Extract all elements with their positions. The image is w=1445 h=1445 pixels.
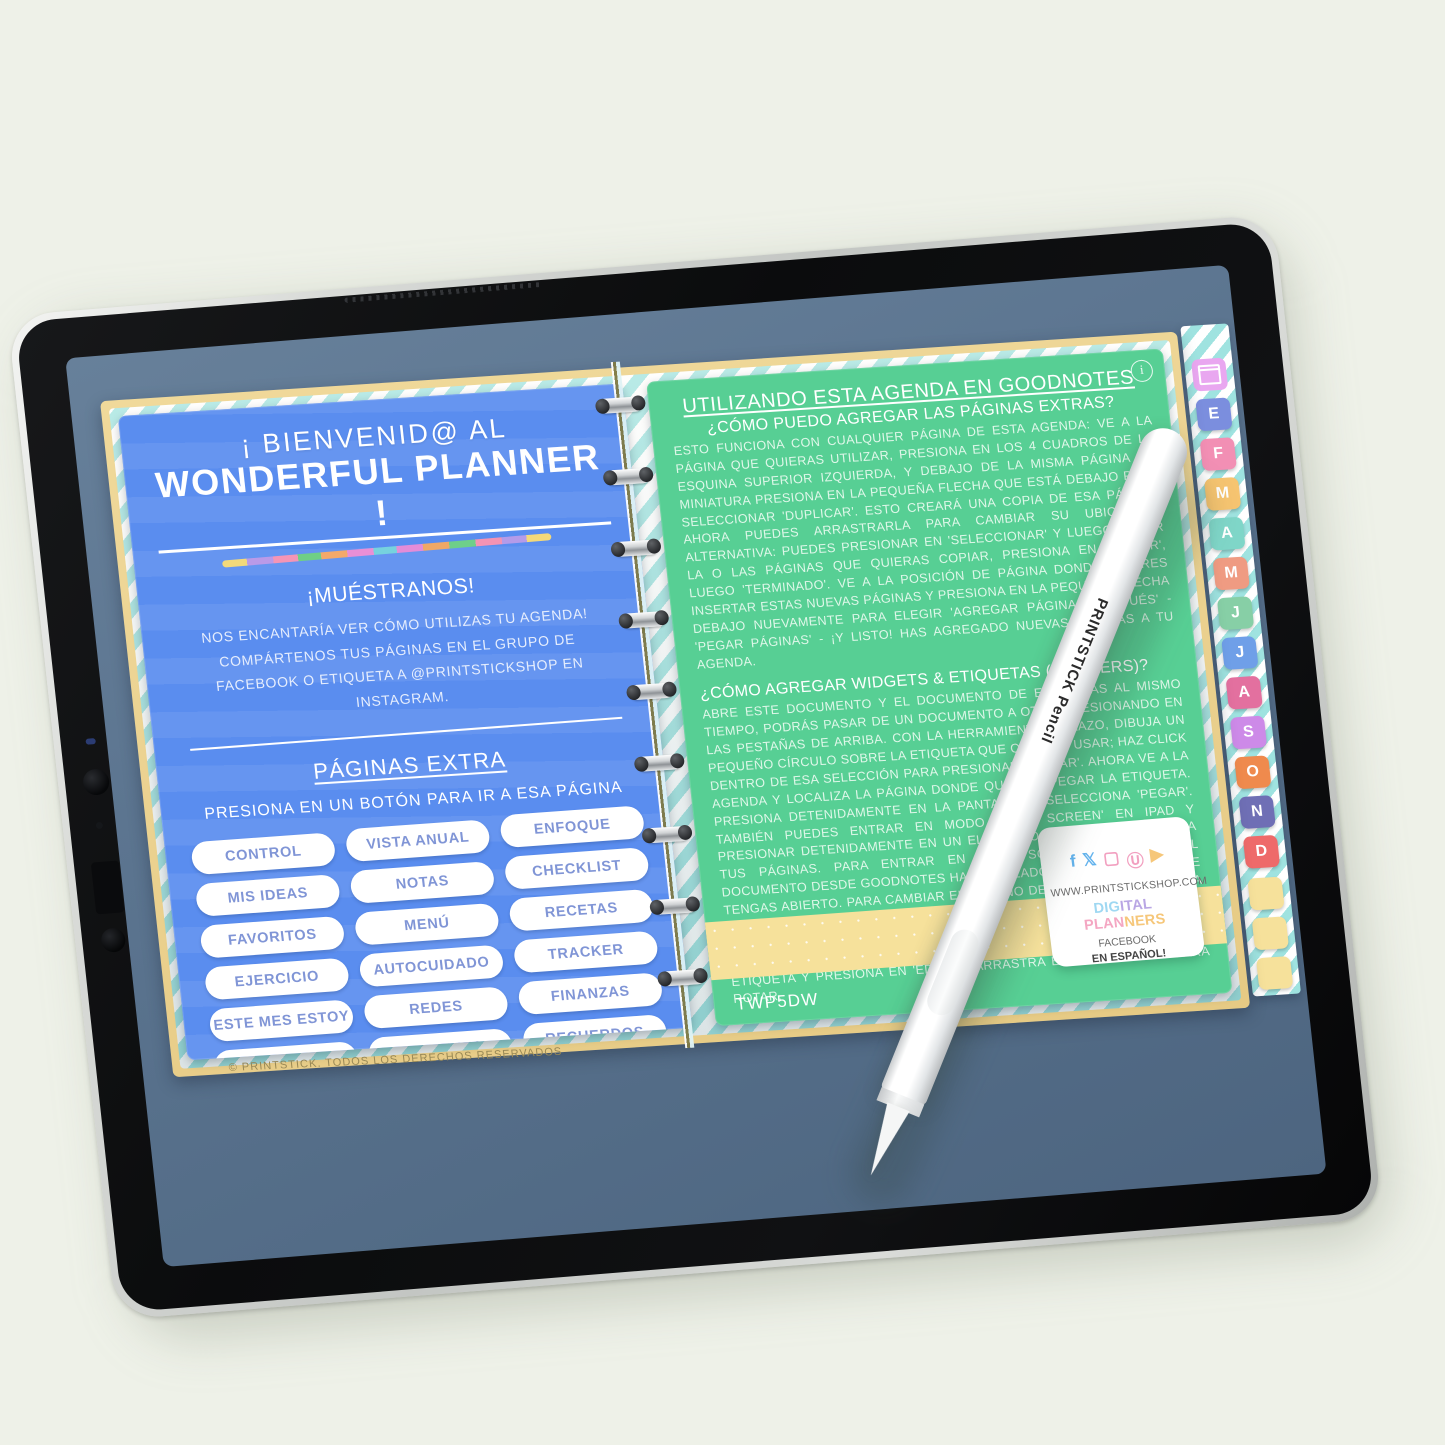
tab-month-F[interactable]: F xyxy=(1199,437,1237,472)
page-button-vista-anual[interactable]: VISTA ANUAL xyxy=(344,819,492,863)
page-button-favoritos[interactable]: FAVORITOS xyxy=(199,915,346,959)
tab-month-A2[interactable]: A xyxy=(1225,675,1263,710)
tab-extra-1[interactable] xyxy=(1247,876,1285,911)
tab-label: A xyxy=(1220,524,1234,542)
tab-extra-3[interactable] xyxy=(1255,956,1294,991)
tab-month-S[interactable]: S xyxy=(1229,715,1268,750)
brand-part-3: PLAN xyxy=(1083,914,1126,934)
left-page-content: ¡ BIENVENID@ AL WONDERFUL PLANNER ! ¡MUÉ… xyxy=(118,383,692,1061)
brand-name: DIGITAL PLANNERS xyxy=(1052,893,1196,936)
tab-month-M2[interactable]: M xyxy=(1212,556,1250,591)
tab-month-J2[interactable]: J xyxy=(1221,635,1259,670)
tab-month-A1[interactable]: A xyxy=(1208,516,1246,551)
tab-label: J xyxy=(1230,603,1241,622)
spiral-ring xyxy=(659,968,706,987)
tab-label: D xyxy=(1254,842,1269,861)
tab-month-J1[interactable]: J xyxy=(1216,596,1255,631)
tab-calendar-icon[interactable] xyxy=(1190,357,1229,392)
page-button-mis-ideas[interactable]: MIS IDEAS xyxy=(194,873,342,917)
spiral-ring xyxy=(644,825,690,844)
speaker-grille xyxy=(344,281,545,303)
tab-label: M xyxy=(1223,564,1239,582)
spiral-ring xyxy=(652,897,698,916)
page-button-notas[interactable]: NOTAS xyxy=(349,860,496,904)
calendar-icon xyxy=(1197,363,1222,386)
tablet-bezel: E F M A M J J A S O N D © PRINTSTICK. TO… xyxy=(14,221,1376,1313)
scene-root: E F M A M J J A S O N D © PRINTSTICK. TO… xyxy=(0,0,1445,1445)
tab-label: M xyxy=(1214,484,1231,503)
tab-label: E xyxy=(1207,405,1221,423)
page-button-tracker[interactable]: TRACKER xyxy=(512,930,660,974)
tab-month-O[interactable]: O xyxy=(1234,755,1272,790)
show-us-body: NOS ENCANTARÍA VER CÓMO UTILIZAS TU AGEN… xyxy=(200,605,589,710)
tab-month-M1[interactable]: M xyxy=(1203,476,1242,511)
side-button[interactable] xyxy=(90,860,125,915)
brand-part-4: NERS xyxy=(1123,911,1167,931)
tab-label: N xyxy=(1250,802,1264,821)
youtube-icon[interactable]: ▶ xyxy=(1149,844,1165,870)
twitter-icon[interactable]: 𝕏 xyxy=(1081,850,1098,876)
page-button-recetas[interactable]: RECETAS xyxy=(508,888,655,932)
facebook-icon[interactable]: f xyxy=(1069,852,1078,877)
page-button-control[interactable]: CONTROL xyxy=(190,832,337,876)
tab-month-D[interactable]: D xyxy=(1242,834,1281,869)
pinterest-icon[interactable]: Ⓤ xyxy=(1125,846,1145,872)
tab-label: A xyxy=(1237,683,1251,702)
tab-month-E[interactable]: E xyxy=(1195,397,1233,432)
ambient-sensor-icon xyxy=(95,821,104,830)
page-link-button-grid: CONTROL VISTA ANUAL ENFOQUE MIS IDEAS NO… xyxy=(190,805,678,1061)
spiral-ring xyxy=(628,682,675,701)
tab-label: O xyxy=(1245,762,1260,781)
social-icon-row: f 𝕏 ▢ Ⓤ ▶ xyxy=(1046,842,1189,878)
spiral-ring xyxy=(636,754,683,772)
instagram-icon[interactable]: ▢ xyxy=(1102,848,1121,874)
spiral-ring xyxy=(621,610,667,629)
left-page: ¡ BIENVENID@ AL WONDERFUL PLANNER ! ¡MUÉ… xyxy=(117,383,693,1061)
page-button-checklist[interactable]: CHECKLIST xyxy=(503,846,651,890)
page-button-enfoque[interactable]: ENFOQUE xyxy=(498,805,646,849)
tab-label: J xyxy=(1234,643,1246,662)
page-button-autocuidado[interactable]: AUTOCUIDADO xyxy=(358,944,505,988)
tab-extra-2[interactable] xyxy=(1251,916,1290,951)
spiral-ring xyxy=(597,396,644,414)
tab-month-N[interactable]: N xyxy=(1238,795,1276,830)
secondary-sensor-icon xyxy=(100,927,127,954)
tablet-screen[interactable]: E F M A M J J A S O N D © PRINTSTICK. TO… xyxy=(65,264,1327,1268)
page-button-redes[interactable]: REDES xyxy=(362,986,510,1030)
page-button-ejercicio[interactable]: EJERCICIO xyxy=(203,957,351,1001)
page-button-finanzas[interactable]: FINANZAS xyxy=(517,972,664,1016)
tablet-body: E F M A M J J A S O N D © PRINTSTICK. TO… xyxy=(7,214,1383,1320)
page-button-este-mes-estoy[interactable]: ESTE MES ESTOY xyxy=(208,999,355,1043)
indicator-led-icon xyxy=(85,738,97,745)
tab-label: S xyxy=(1242,723,1255,741)
spiral-ring xyxy=(605,467,652,486)
front-camera-icon xyxy=(81,768,111,797)
page-button-menu[interactable]: MENÚ xyxy=(353,902,501,946)
tab-label: F xyxy=(1212,444,1225,463)
spiral-ring xyxy=(613,539,659,558)
tablet-device: E F M A M J J A S O N D © PRINTSTICK. TO… xyxy=(7,214,1396,1343)
